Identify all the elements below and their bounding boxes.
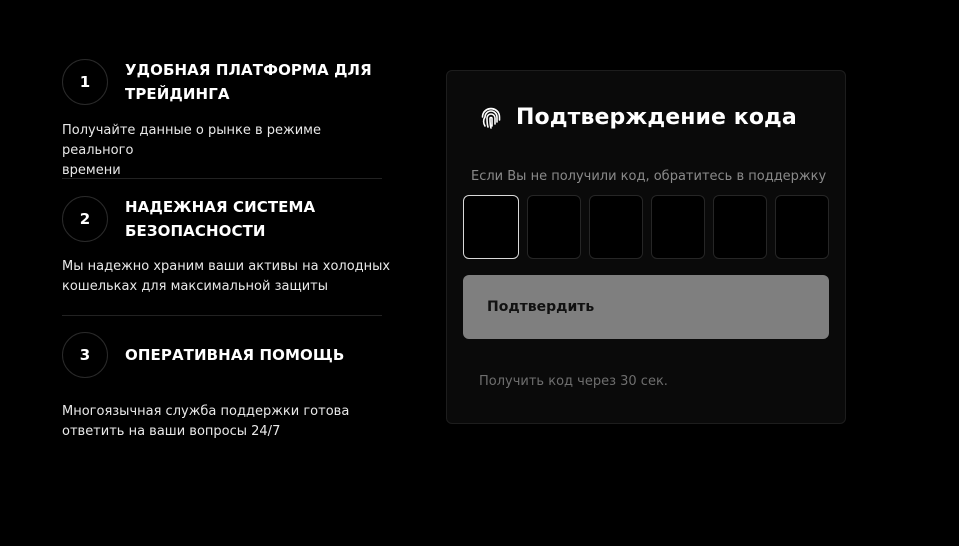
feature-header: 1 УДОБНАЯ ПЛАТФОРМА ДЛЯ ТРЕЙДИНГА [62, 58, 382, 106]
feature-title-line: УДОБНАЯ ПЛАТФОРМА ДЛЯ [125, 61, 372, 79]
feature-description: Получайте данные о рынке в режиме реальн… [62, 121, 392, 181]
feature-header: 3 ОПЕРАТИВНАЯ ПОМОЩЬ [62, 332, 392, 378]
confirm-button[interactable]: Подтвердить [463, 275, 829, 339]
feature-description: Многоязычная служба поддержки готова отв… [62, 402, 392, 442]
feature-title-line: ТРЕЙДИНГА [125, 85, 230, 103]
code-digit-input-5[interactable] [713, 195, 767, 259]
card-title: Подтверждение кода [516, 105, 797, 130]
support-hint: Если Вы не получили код, обратитесь в по… [471, 169, 827, 184]
feature-header: 2 НАДЕЖНАЯ СИСТЕМА БЕЗОПАСНОСТИ [62, 195, 392, 243]
feature-description: Мы надежно храним ваши активы на холодны… [62, 257, 392, 297]
feature-item-1: 1 УДОБНАЯ ПЛАТФОРМА ДЛЯ ТРЕЙДИНГА Получа… [62, 58, 382, 178]
feature-description-line: Получайте данные о рынке в режиме реальн… [62, 123, 321, 158]
feature-description-line: Многоязычная служба поддержки готова [62, 404, 350, 419]
feature-number-badge: 3 [62, 332, 108, 378]
feature-item-3: 3 ОПЕРАТИВНАЯ ПОМОЩЬ Многоязычная служба… [62, 332, 392, 442]
feature-number-badge: 2 [62, 196, 108, 242]
code-digit-input-6[interactable] [775, 195, 829, 259]
feature-title: УДОБНАЯ ПЛАТФОРМА ДЛЯ ТРЕЙДИНГА [125, 58, 372, 106]
code-digit-input-1[interactable] [463, 195, 519, 259]
code-digit-input-3[interactable] [589, 195, 643, 259]
code-digit-input-4[interactable] [651, 195, 705, 259]
feature-divider [62, 178, 382, 179]
feature-divider [62, 315, 382, 316]
feature-description-line: Мы надежно храним ваши активы на холодны… [62, 259, 391, 274]
code-digit-input-2[interactable] [527, 195, 581, 259]
feature-number-badge: 1 [62, 59, 108, 105]
feature-title-line: НАДЕЖНАЯ СИСТЕМА [125, 198, 316, 216]
feature-description-line: кошельках для максимальной защиты [62, 279, 328, 294]
feature-item-2: 2 НАДЕЖНАЯ СИСТЕМА БЕЗОПАСНОСТИ Мы надеж… [62, 195, 392, 297]
page: 1 УДОБНАЯ ПЛАТФОРМА ДЛЯ ТРЕЙДИНГА Получа… [0, 0, 959, 546]
feature-title: ОПЕРАТИВНАЯ ПОМОЩЬ [125, 343, 344, 367]
card-header: Подтверждение кода [480, 105, 797, 130]
features-list: 1 УДОБНАЯ ПЛАТФОРМА ДЛЯ ТРЕЙДИНГА Получа… [62, 58, 390, 439]
feature-title-line: БЕЗОПАСНОСТИ [125, 222, 266, 240]
code-input-group [463, 195, 829, 259]
feature-title: НАДЕЖНАЯ СИСТЕМА БЕЗОПАСНОСТИ [125, 195, 315, 243]
code-verification-card: Подтверждение кода Если Вы не получили к… [446, 70, 846, 424]
feature-title-line: ОПЕРАТИВНАЯ ПОМОЩЬ [125, 346, 345, 364]
resend-timer-text: Получить код через 30 сек. [479, 374, 668, 389]
fingerprint-icon [480, 106, 502, 130]
feature-description-line: ответить на ваши вопросы 24/7 [62, 424, 281, 439]
